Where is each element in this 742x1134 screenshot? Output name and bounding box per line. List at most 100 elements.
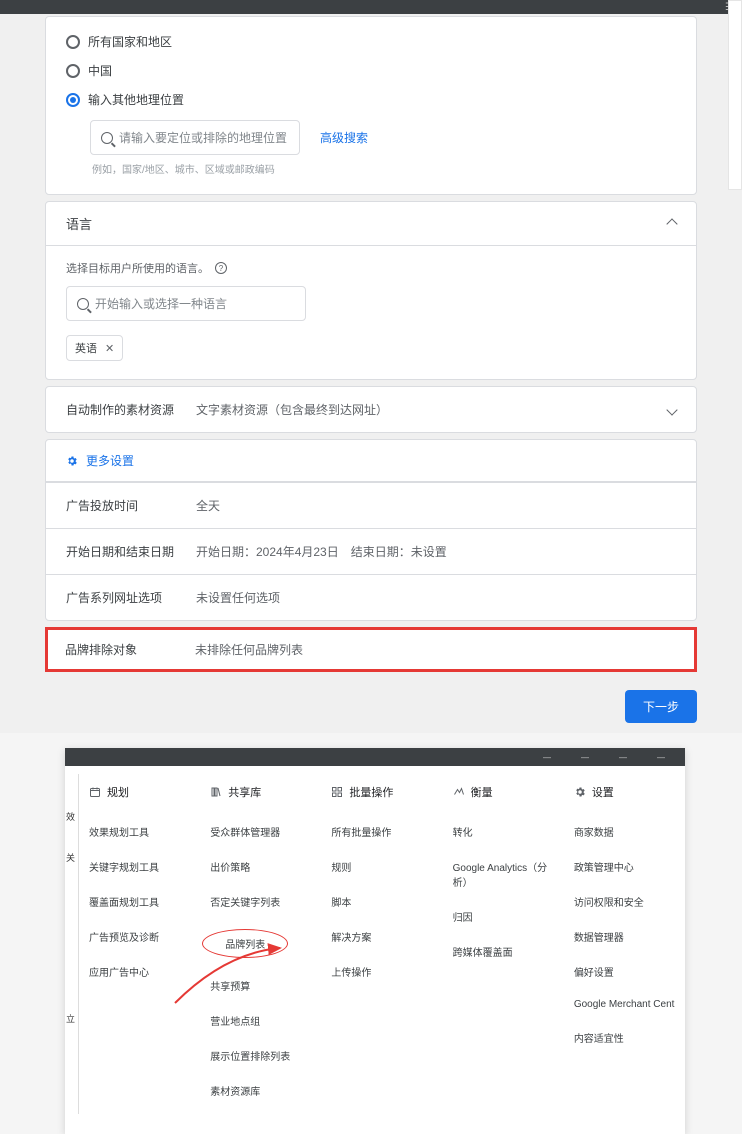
menu-item[interactable]: 上传操作 — [325, 954, 438, 989]
menu-column: 设置商家数据政策管理中心访问权限和安全数据管理器偏好设置Google Merch… — [564, 774, 685, 1114]
menu-item[interactable]: 展示位置排除列表 — [204, 1038, 317, 1073]
ruler-icon — [453, 786, 465, 798]
advanced-search-link[interactable]: 高级搜索 — [320, 129, 368, 146]
nav-item[interactable]: — — [543, 753, 551, 762]
menu-column-header: 规划 — [83, 780, 196, 814]
language-header[interactable]: 语言 — [46, 202, 696, 246]
menu-item[interactable]: 广告预览及诊断 — [83, 919, 196, 954]
url-options-row[interactable]: 广告系列网址选项 未设置任何选项 — [46, 574, 696, 620]
menu-column: 共享库受众群体管理器出价策略否定关键字列表品牌列表共享预算营业地点组展示位置排除… — [200, 774, 321, 1114]
sidebar-glimpse: 效 — [66, 810, 75, 823]
menu-item[interactable]: 效果规划工具 — [83, 814, 196, 849]
help-icon[interactable]: ? — [215, 262, 227, 274]
bulk-icon — [331, 786, 343, 798]
sidebar-glimpse: 立 — [66, 1012, 75, 1025]
radio-label: 所有国家和地区 — [88, 33, 172, 50]
row-value: 未设置任何选项 — [196, 589, 676, 606]
menu-item[interactable]: 营业地点组 — [204, 1003, 317, 1038]
sidebar-fragment: 效 关 立 — [65, 774, 79, 1114]
menu-item[interactable]: Google Analytics（分析） — [447, 849, 560, 899]
brand-exclusion-row[interactable]: 品牌排除对象 未排除任何品牌列表 — [48, 630, 694, 669]
menu-item[interactable]: 归因 — [447, 899, 560, 934]
row-value: 开始日期：2024年4月23日 结束日期：未设置 — [196, 543, 676, 560]
language-title: 语言 — [66, 214, 92, 233]
menu-item[interactable]: 偏好设置 — [568, 954, 681, 989]
library-icon — [210, 786, 222, 798]
menu-item[interactable]: 共享预算 — [204, 968, 317, 1003]
menu-item[interactable]: Google Merchant Cent — [568, 989, 681, 1020]
schedule-row[interactable]: 广告投放时间 全天 — [46, 482, 696, 528]
nav-item[interactable]: — — [619, 753, 627, 762]
menu-item[interactable]: 跨媒体覆盖面 — [447, 934, 560, 969]
radio-icon — [66, 93, 80, 107]
location-radio-all[interactable]: 所有国家和地区 — [66, 33, 676, 50]
col-title: 规划 — [107, 784, 129, 800]
chevron-up-icon — [666, 218, 677, 229]
row-value: 全天 — [196, 497, 676, 514]
search-icon — [101, 132, 113, 144]
menu-item[interactable]: 覆盖面规划工具 — [83, 884, 196, 919]
radio-label: 输入其他地理位置 — [88, 91, 184, 108]
row-label: 品牌排除对象 — [65, 641, 195, 658]
menu-column-header: 衡量 — [447, 780, 560, 814]
menu-item[interactable]: 出价策略 — [204, 849, 317, 884]
dates-row[interactable]: 开始日期和结束日期 开始日期：2024年4月23日 结束日期：未设置 — [46, 528, 696, 574]
row-label: 广告投放时间 — [66, 497, 196, 514]
menu-item[interactable]: 否定关键字列表 — [204, 884, 317, 919]
brand-exclusion-highlight: 品牌排除对象 未排除任何品牌列表 — [45, 627, 697, 672]
auto-assets-panel[interactable]: 自动制作的素材资源 文字素材资源（包含最终到达网址） — [45, 386, 697, 433]
menu-item[interactable]: 解决方案 — [325, 919, 438, 954]
more-settings-panel: 更多设置 广告投放时间 全天 开始日期和结束日期 开始日期：2024年4月23日… — [45, 439, 697, 621]
sidebar-glimpse: 关 — [66, 851, 75, 864]
location-hint: 例如，国家/地区、城市、区域或邮政编码 — [92, 161, 676, 176]
menu-item[interactable]: 访问权限和安全 — [568, 884, 681, 919]
row-label: 开始日期和结束日期 — [66, 543, 196, 560]
language-desc: 选择目标用户所使用的语言。 — [66, 260, 209, 276]
menu-item[interactable]: 应用广告中心 — [83, 954, 196, 989]
col-title: 衡量 — [471, 784, 493, 800]
menu-item[interactable]: 脚本 — [325, 884, 438, 919]
chip-label: 英语 — [75, 340, 97, 356]
menu-column: 衡量转化Google Analytics（分析）归因跨媒体覆盖面 — [443, 774, 564, 1114]
radio-label: 中国 — [88, 62, 112, 79]
menu-item[interactable]: 政策管理中心 — [568, 849, 681, 884]
menu-item[interactable]: 商家数据 — [568, 814, 681, 849]
menu-column-header: 批量操作 — [325, 780, 438, 814]
nav-item[interactable]: — — [581, 753, 589, 762]
col-title: 设置 — [592, 784, 614, 800]
menu-item[interactable]: 转化 — [447, 814, 560, 849]
menu-item[interactable]: 素材资源库 — [204, 1073, 317, 1108]
location-radio-china[interactable]: 中国 — [66, 62, 676, 79]
language-chip[interactable]: 英语 ✕ — [66, 335, 123, 361]
language-search-input[interactable]: 开始输入或选择一种语言 — [66, 286, 306, 321]
blank-side-panel — [728, 0, 742, 190]
more-settings-title: 更多设置 — [86, 452, 134, 469]
menu-item[interactable]: 数据管理器 — [568, 919, 681, 954]
menu-item[interactable]: 所有批量操作 — [325, 814, 438, 849]
location-radio-other[interactable]: 输入其他地理位置 — [66, 91, 676, 108]
menu-column-header: 设置 — [568, 780, 681, 814]
menu-item[interactable]: 关键字规划工具 — [83, 849, 196, 884]
location-panel: 所有国家和地区 中国 输入其他地理位置 请输入要定位或排除的地理位置 高级搜索 … — [45, 16, 697, 195]
radio-icon — [66, 64, 80, 78]
window-titlebar: ☰ — [0, 0, 742, 14]
search-icon — [77, 298, 89, 310]
row-value: 未排除任何品牌列表 — [195, 641, 677, 658]
location-search-input[interactable]: 请输入要定位或排除的地理位置 — [90, 120, 300, 155]
close-icon[interactable]: ✕ — [105, 342, 114, 355]
col-title: 共享库 — [228, 784, 261, 800]
menu-column: 规划效果规划工具关键字规划工具覆盖面规划工具广告预览及诊断应用广告中心 — [79, 774, 200, 1114]
menu-item[interactable]: 受众群体管理器 — [204, 814, 317, 849]
top-nav: — — — — — [65, 748, 685, 766]
menu-column: 批量操作所有批量操作规则脚本解决方案上传操作 — [321, 774, 442, 1114]
more-settings-header[interactable]: 更多设置 — [46, 440, 696, 482]
next-button[interactable]: 下一步 — [625, 690, 697, 723]
menu-item[interactable]: 规则 — [325, 849, 438, 884]
gear-icon — [574, 786, 586, 798]
assets-value: 文字素材资源（包含最终到达网址） — [196, 401, 668, 418]
nav-item[interactable]: — — [657, 753, 665, 762]
menu-item[interactable]: 品牌列表 — [204, 919, 317, 968]
row-label: 广告系列网址选项 — [66, 589, 196, 606]
location-search-placeholder: 请输入要定位或排除的地理位置 — [119, 129, 287, 146]
menu-item[interactable]: 内容适宜性 — [568, 1020, 681, 1055]
